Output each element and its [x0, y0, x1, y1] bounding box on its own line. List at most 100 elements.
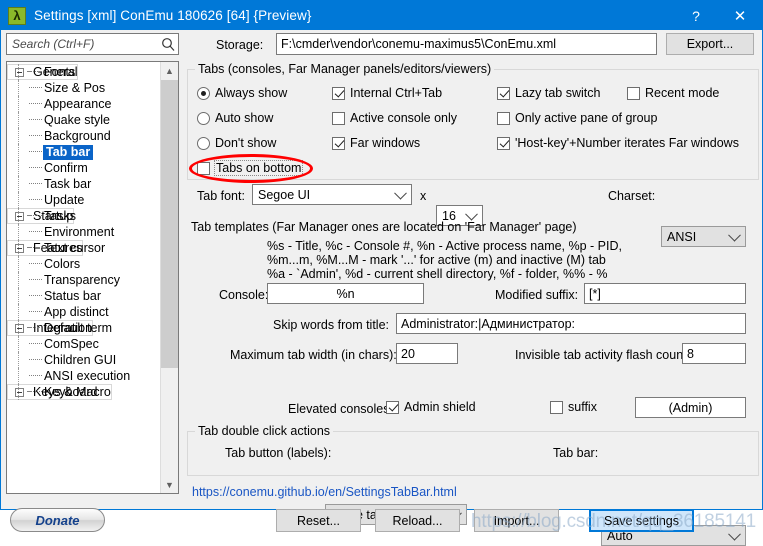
search-placeholder: Search (Ctrl+F) [12, 37, 95, 51]
tree-connector-vertical [18, 96, 19, 112]
tree-item-label: Keyboard [44, 384, 98, 399]
settings-panel: Tabs (consoles, Far Manager panels/edito… [187, 61, 759, 546]
storage-label: Storage: [216, 38, 264, 52]
console-template-input[interactable]: %n [267, 283, 424, 304]
chevron-down-icon [728, 527, 741, 541]
close-icon[interactable]: ✕ [718, 1, 762, 30]
checkbox-label: 'Host-key'+Number iterates Far windows [515, 136, 739, 150]
checkbox-hostkey-number-iterates[interactable]: 'Host-key'+Number iterates Far windows [497, 136, 739, 150]
donate-button[interactable]: Donate [10, 508, 105, 532]
tree-connector [29, 343, 42, 345]
checkbox-icon [332, 136, 345, 150]
storage-path-input[interactable]: F:\cmder\vendor\conemu-maximus5\ConEmu.x… [276, 33, 657, 55]
tree-item-label: Transparency [44, 272, 120, 287]
skip-words-input[interactable]: Administrator:|Администратор: [396, 313, 746, 334]
tree-item-colors[interactable]: Colors [7, 256, 160, 272]
tree-connector-vertical [18, 352, 19, 368]
radio-label: Auto show [215, 111, 274, 125]
tree-item-tab-bar[interactable]: Tab bar [7, 144, 160, 160]
checkbox-lazy-tab-switch[interactable]: Lazy tab switch [497, 86, 600, 100]
tree-item-label: Fonts [44, 64, 76, 79]
tree-item-label: Quake style [44, 112, 111, 127]
tree-connector [29, 183, 42, 185]
settings-window: λ Settings [xml] ConEmu 180626 [64] {Pre… [0, 0, 763, 546]
tree-item-children-gui[interactable]: Children GUI [7, 352, 160, 368]
tree-item-quake-style[interactable]: Quake style [7, 112, 160, 128]
tree-item-background[interactable]: Background [7, 128, 160, 144]
checkbox-label: Active console only [350, 111, 458, 125]
tab-font-x-label: x [420, 189, 427, 203]
tree-item-tasks[interactable]: Tasks [7, 208, 160, 224]
chevron-down-icon [465, 207, 478, 221]
tree-connector [29, 135, 42, 137]
tree-item-environment[interactable]: Environment [7, 224, 160, 240]
tree-item-app-distinct[interactable]: App distinct [7, 304, 160, 320]
tree-connector-vertical [18, 160, 19, 176]
tree-connector-vertical [18, 288, 19, 304]
scroll-down-icon[interactable]: ▼ [161, 476, 178, 493]
checkbox-only-active-pane[interactable]: Only active pane of group [497, 111, 657, 125]
help-url-link[interactable]: https://conemu.github.io/en/SettingsTabB… [192, 485, 457, 499]
flash-count-input[interactable]: 8 [682, 343, 746, 364]
tree-item-text-cursor[interactable]: Text cursor [7, 240, 160, 256]
checkbox-label: Far windows [350, 136, 421, 150]
charset-select[interactable]: ANSI [661, 226, 746, 247]
tree-item-keyboard[interactable]: Keyboard [7, 384, 160, 400]
search-icon[interactable] [158, 34, 178, 54]
tree-item-comspec[interactable]: ComSpec [7, 336, 160, 352]
window-content: Search (Ctrl+F) Storage: F:\cmder\vendor… [1, 30, 762, 546]
modified-suffix-input[interactable]: [*] [584, 283, 746, 304]
max-tab-width-input[interactable]: 20 [396, 343, 458, 364]
checkbox-suffix[interactable]: suffix [550, 400, 597, 414]
checkbox-icon [627, 86, 640, 100]
tree-item-label: Colors [44, 256, 81, 271]
checkbox-icon [497, 136, 510, 150]
tree-connector-vertical [18, 384, 19, 400]
reload-button[interactable]: Reload... [375, 509, 460, 532]
radio-always-show[interactable]: Always show [197, 86, 287, 100]
tree-connector-vertical [18, 64, 19, 80]
checkbox-far-windows[interactable]: Far windows [332, 136, 420, 150]
tree-connector-vertical [18, 128, 19, 144]
scroll-up-icon[interactable]: ▲ [161, 62, 178, 79]
checkbox-recent-mode[interactable]: Recent mode [627, 86, 719, 100]
templates-title: Tab templates (Far Manager ones are loca… [191, 220, 577, 234]
save-settings-button[interactable]: Save settings [589, 509, 694, 532]
checkbox-tabs-on-bottom[interactable]: Tabs on bottom [197, 160, 304, 176]
radio-auto-show[interactable]: Auto show [197, 111, 273, 125]
import-button[interactable]: Import... [474, 509, 559, 532]
checkbox-active-console-only[interactable]: Active console only [332, 111, 457, 125]
tree-scroll-thumb[interactable] [161, 80, 178, 368]
tree-item-default-term[interactable]: Default term [7, 320, 160, 336]
export-button[interactable]: Export... [666, 33, 754, 55]
tree-item-status-bar[interactable]: Status bar [7, 288, 160, 304]
tree-item-transparency[interactable]: Transparency [7, 272, 160, 288]
tree-connector-vertical [18, 368, 19, 384]
tree-item-label: Status bar [44, 288, 101, 303]
elevated-suffix-input[interactable]: (Admin) [635, 397, 746, 418]
tab-font-family-select[interactable]: Segoe UI [252, 184, 412, 205]
tree-item-task-bar[interactable]: Task bar [7, 176, 160, 192]
checkbox-label: Admin shield [404, 400, 476, 414]
search-input[interactable]: Search (Ctrl+F) [6, 33, 179, 55]
tree-item-update[interactable]: Update [7, 192, 160, 208]
lambda-icon: λ [8, 6, 26, 25]
tree-item-label: Text cursor [44, 240, 106, 255]
tree-item-ansi-execution[interactable]: ANSI execution [7, 368, 160, 384]
tree-connector [29, 359, 42, 361]
tree-item-label: Update [44, 192, 85, 207]
radio-dont-show[interactable]: Don't show [197, 136, 276, 150]
tree-connector [29, 311, 42, 313]
tree-scrollbar[interactable]: ▲ ▼ [160, 62, 178, 493]
reset-button[interactable]: Reset... [276, 509, 361, 532]
tree-item-fonts[interactable]: Fonts [7, 64, 160, 80]
checkbox-admin-shield[interactable]: Admin shield [386, 400, 476, 414]
tree-item-confirm[interactable]: Confirm [7, 160, 160, 176]
tree-item-size-pos[interactable]: Size & Pos [7, 80, 160, 96]
help-button[interactable]: ? [674, 1, 718, 30]
tree-item-appearance[interactable]: Appearance [7, 96, 160, 112]
radio-label: Always show [215, 86, 288, 100]
checkbox-internal-ctrl-tab[interactable]: Internal Ctrl+Tab [332, 86, 442, 100]
tree-connector [29, 375, 42, 377]
window-title: Settings [xml] ConEmu 180626 [64] {Previ… [34, 8, 312, 23]
